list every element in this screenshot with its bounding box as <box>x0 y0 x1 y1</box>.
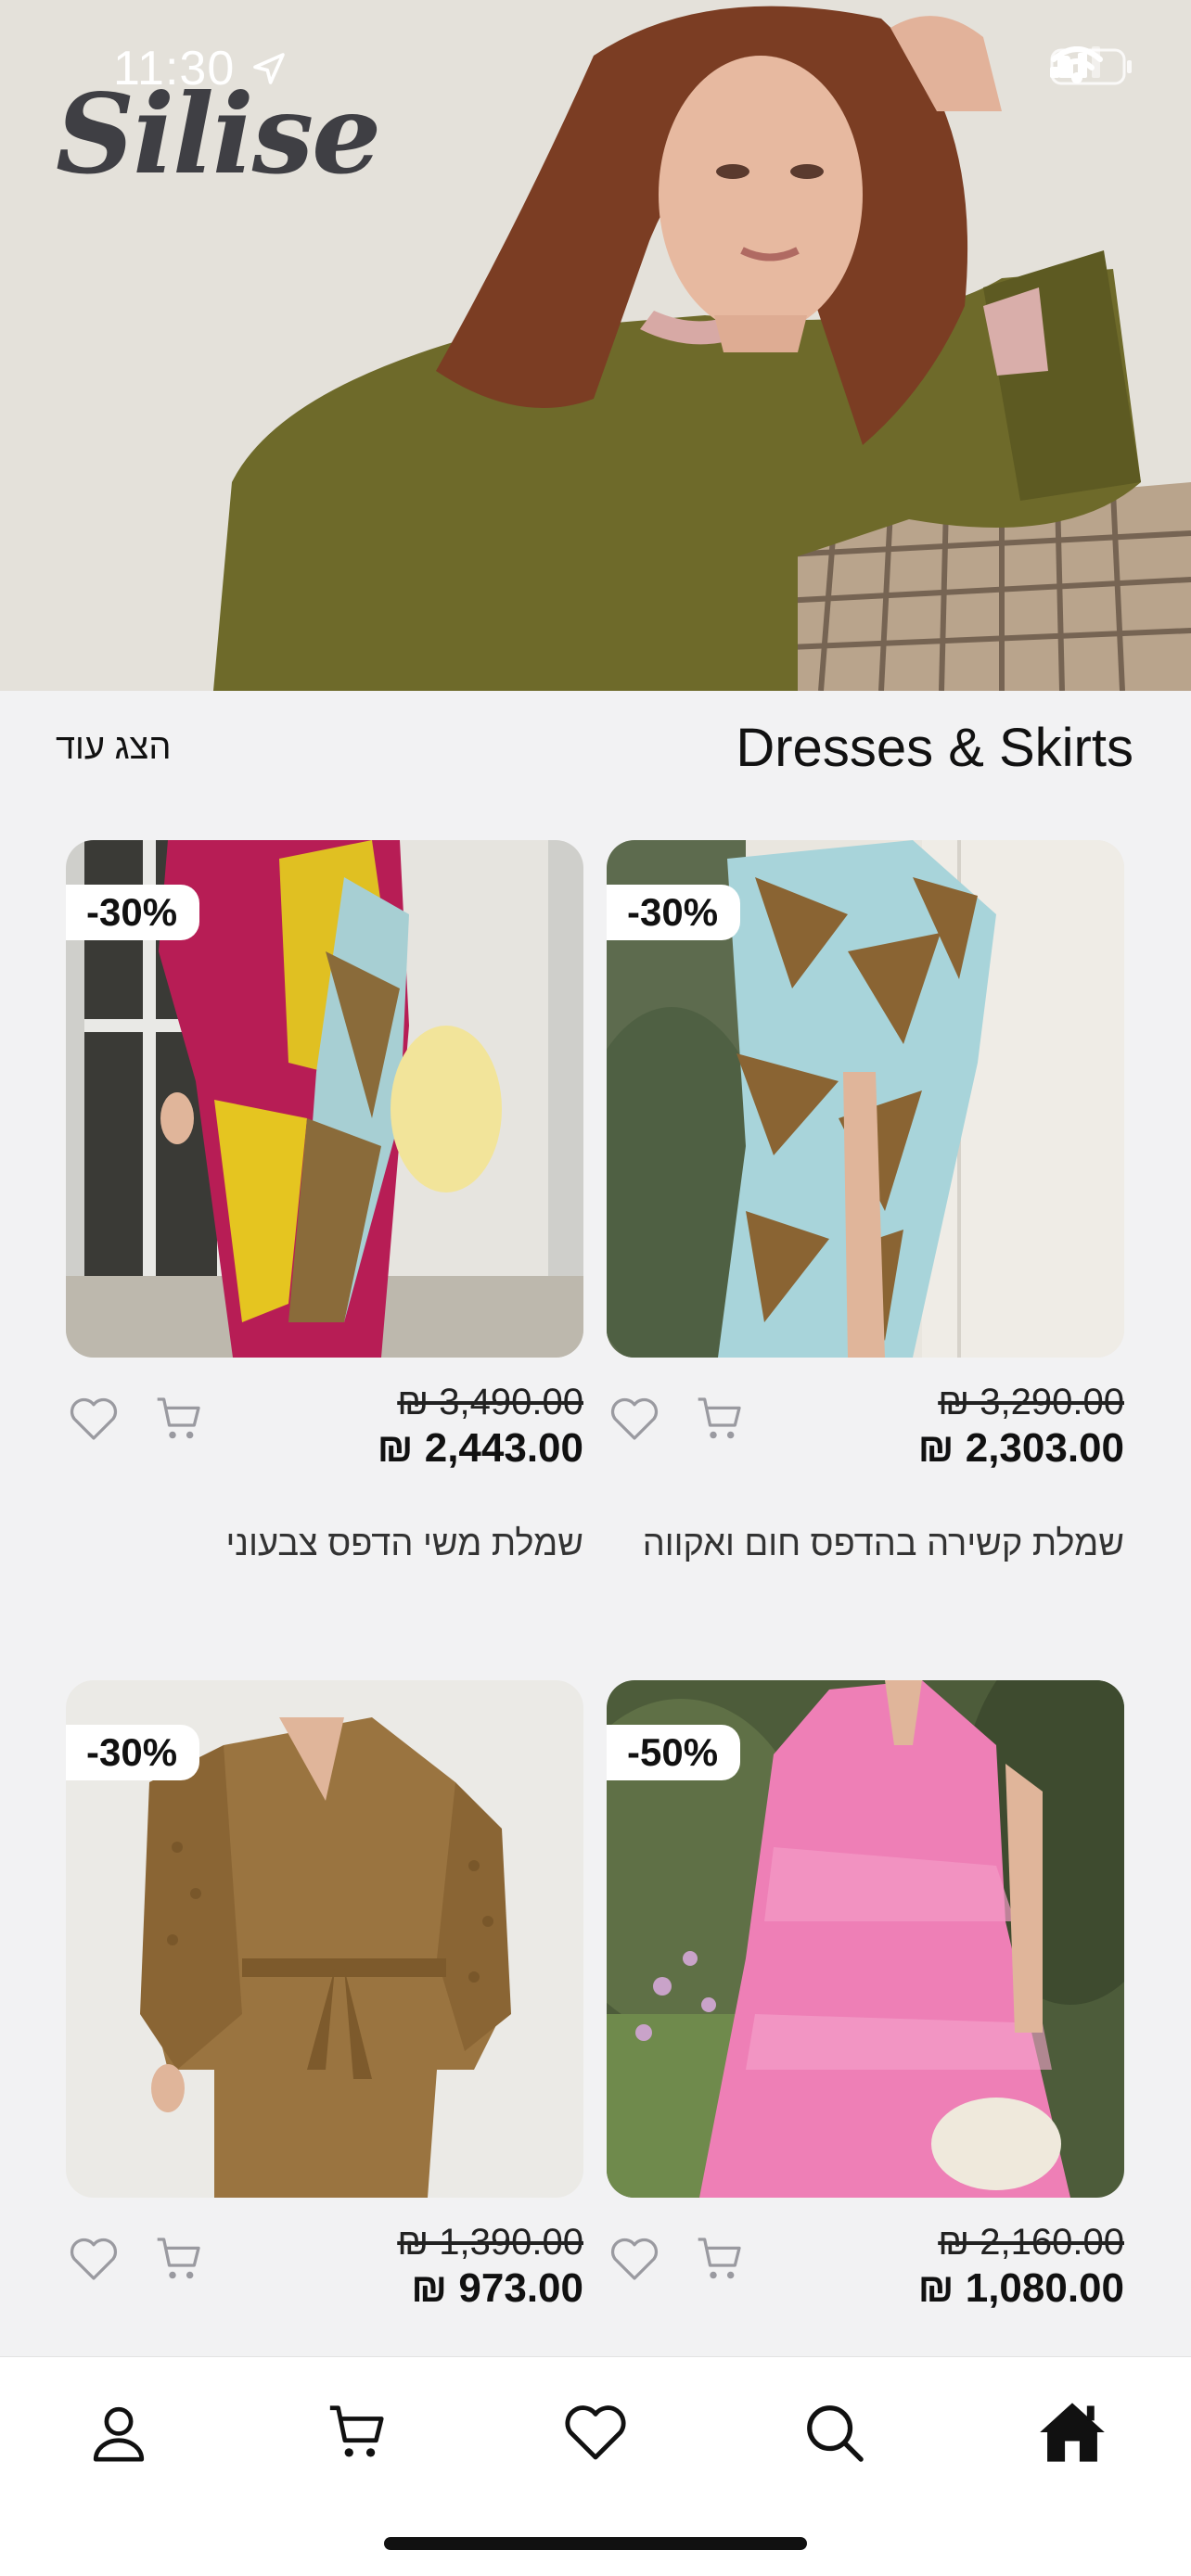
wishlist-heart-icon[interactable] <box>68 1395 120 1447</box>
tab-wishlist[interactable] <box>554 2392 637 2476</box>
original-price: ₪ 3,290.00 <box>938 1382 1124 1422</box>
product-image[interactable]: -30% <box>607 840 1124 1358</box>
search-icon <box>801 2400 866 2469</box>
wishlist-heart-icon[interactable] <box>608 2235 660 2288</box>
discount-badge: -30% <box>66 1725 200 1780</box>
sale-price: ₪ 2,443.00 <box>377 1425 583 1471</box>
tab-profile[interactable] <box>77 2392 160 2476</box>
product-name[interactable]: שמלת משי הדפס צבעוני <box>27 1524 583 1564</box>
wishlist-heart-icon[interactable] <box>608 1395 660 1447</box>
product-image[interactable]: -30% <box>66 840 583 1358</box>
discount-badge: -30% <box>607 885 741 940</box>
tab-home[interactable] <box>1031 2392 1114 2476</box>
home-icon <box>1037 2399 1108 2470</box>
show-more-link[interactable]: הצג עוד <box>56 728 171 768</box>
brand-logo: Silise <box>56 70 381 198</box>
discount-badge: -30% <box>66 885 200 940</box>
product-card[interactable]: -30% ₪ 3,490.00 ₪ 2,443.00 שמלת משי הדפס… <box>66 840 583 1563</box>
product-image[interactable]: -50% <box>607 1680 1124 2198</box>
section-header: Dresses & Skirts הצג עוד <box>0 691 1191 802</box>
add-to-cart-icon[interactable] <box>153 2233 205 2289</box>
original-price: ₪ 1,390.00 <box>397 2222 583 2263</box>
original-price: ₪ 2,160.00 <box>938 2222 1124 2263</box>
sale-price: ₪ 973.00 <box>411 2265 583 2311</box>
profile-icon <box>86 2400 151 2469</box>
heart-icon <box>562 2402 629 2468</box>
product-name[interactable]: שמלת קשירה בהדפס חום ואקווה <box>568 1524 1124 1564</box>
hero-banner[interactable]: 11:30 Silise <box>0 0 1191 691</box>
sale-price: ₪ 1,080.00 <box>917 2265 1124 2311</box>
original-price: ₪ 3,490.00 <box>397 1382 583 1422</box>
cart-icon <box>325 2400 390 2469</box>
section-title: Dresses & Skirts <box>736 718 1133 778</box>
discount-badge: -50% <box>607 1725 741 1780</box>
product-image[interactable]: -30% <box>66 1680 583 2198</box>
wishlist-heart-icon[interactable] <box>68 2235 120 2288</box>
add-to-cart-icon[interactable] <box>694 2233 746 2289</box>
sale-price: ₪ 2,303.00 <box>917 1425 1124 1471</box>
add-to-cart-icon[interactable] <box>153 1393 205 1449</box>
tab-cart[interactable] <box>315 2392 399 2476</box>
home-indicator <box>384 2537 807 2550</box>
product-card[interactable]: -50% ₪ 2,160.00 ₪ 1,080.00 <box>607 1680 1124 2318</box>
add-to-cart-icon[interactable] <box>694 1393 746 1449</box>
product-card[interactable]: -30% ₪ 3,290.00 ₪ 2,303.00 שמלת קשירה בה… <box>607 840 1124 1563</box>
tab-search[interactable] <box>792 2392 876 2476</box>
product-card[interactable]: -30% ₪ 1,390.00 ₪ 973.00 <box>66 1680 583 2318</box>
